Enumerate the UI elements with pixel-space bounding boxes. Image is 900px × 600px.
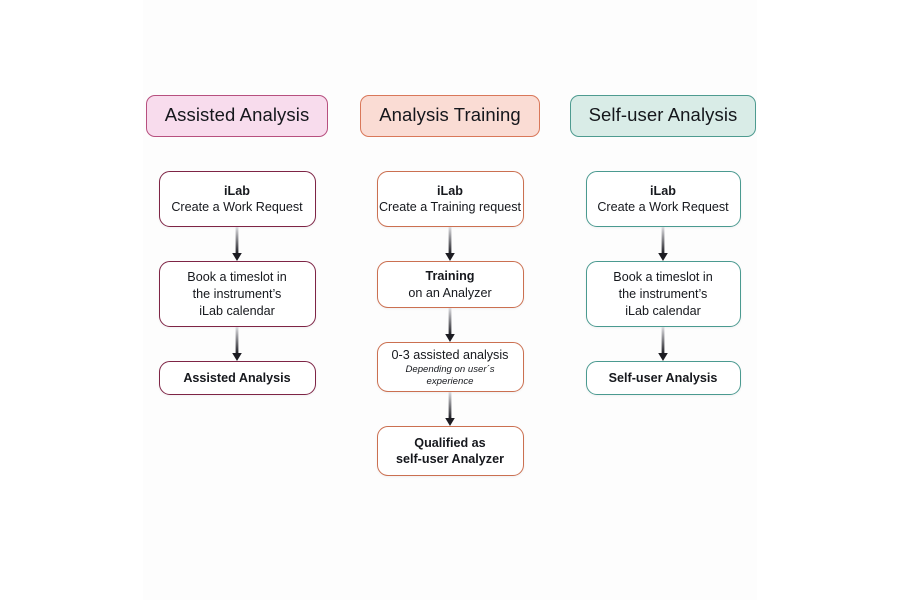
flow-node-assisted-analysis-result[interactable]: Assisted Analysis	[158, 361, 316, 396]
flow-node-line: Create a Training request	[378, 200, 522, 215]
column-header-analysis-training[interactable]: Analysis Training	[360, 95, 540, 138]
flow-arrow	[548, 327, 778, 362]
flow-arrow	[335, 392, 565, 427]
flow-column-assisted-analysis: Assisted Analysis iLab Create a Work Reque…	[122, 95, 352, 396]
flow-node-line: Create a Work Request	[597, 200, 729, 215]
column-header-self-user-analysis[interactable]: Self-user Analysis	[569, 95, 757, 138]
flow-node-line: Book a timeslot in	[187, 270, 287, 285]
flow-node-line: 0-3 assisted analysis	[391, 348, 509, 363]
flow-arrow	[335, 227, 565, 262]
flow-node-qualified-self-user[interactable]: Qualified as self-user Analyzer	[376, 426, 524, 477]
flow-node-self-user-analysis-result[interactable]: Self-user Analysis	[585, 361, 741, 396]
flow-node-line: self-user Analyzer	[395, 452, 505, 467]
flow-node-line: on an Analyzer	[408, 285, 492, 300]
flow-node-line: Create a Work Request	[171, 200, 303, 215]
flow-node-line: iLab calendar	[199, 303, 275, 318]
flow-node-line: Book a timeslot in	[613, 270, 713, 285]
flow-column-self-user-analysis: Self-user Analysis iLab Create a Work Requ…	[548, 95, 778, 396]
flow-node-line: Assisted Analysis	[183, 371, 291, 386]
flow-node-line: iLab	[224, 183, 250, 198]
flow-node-assisted-analysis-count[interactable]: 0-3 assisted analysis Depending on user´s…	[376, 342, 524, 393]
flow-node-line: the instrument’s	[618, 287, 708, 302]
column-header-assisted-analysis[interactable]: Assisted Analysis	[145, 95, 329, 138]
flow-node-ilab-work-request[interactable]: iLab Create a Work Request	[158, 171, 316, 228]
flow-node-line: the instrument’s	[192, 287, 282, 302]
diagram-canvas: Assisted Analysis iLab Create a Work Reque…	[0, 0, 900, 600]
flow-node-ilab-training-request[interactable]: iLab Create a Training request	[376, 171, 524, 228]
flow-arrow	[122, 227, 352, 262]
flow-node-line: iLab	[650, 183, 676, 198]
flow-node-training-on-analyzer[interactable]: Training on an Analyzer	[376, 261, 524, 309]
flow-node-line: Qualified as	[414, 435, 486, 450]
flow-node-line: Self-user Analysis	[608, 371, 718, 386]
flow-node-line: Training	[425, 269, 475, 284]
flow-node-book-timeslot[interactable]: Book a timeslot in the instrument’s iLab c…	[158, 261, 316, 328]
flow-node-line: iLab	[437, 183, 463, 198]
flow-arrow	[548, 227, 778, 262]
flow-node-book-timeslot-self[interactable]: Book a timeslot in the instrument’s iLab c…	[585, 261, 741, 328]
flow-node-ilab-work-request-self[interactable]: iLab Create a Work Request	[585, 171, 741, 228]
flow-node-line: iLab calendar	[625, 303, 701, 318]
flow-arrow	[122, 327, 352, 362]
flow-column-analysis-training: Analysis Training iLab Create a Training r…	[335, 95, 565, 477]
flow-arrow	[335, 308, 565, 343]
flow-node-line: Depending on user´s experience	[405, 363, 495, 387]
diagram-columns: Assisted Analysis iLab Create a Work Reque…	[0, 0, 900, 600]
